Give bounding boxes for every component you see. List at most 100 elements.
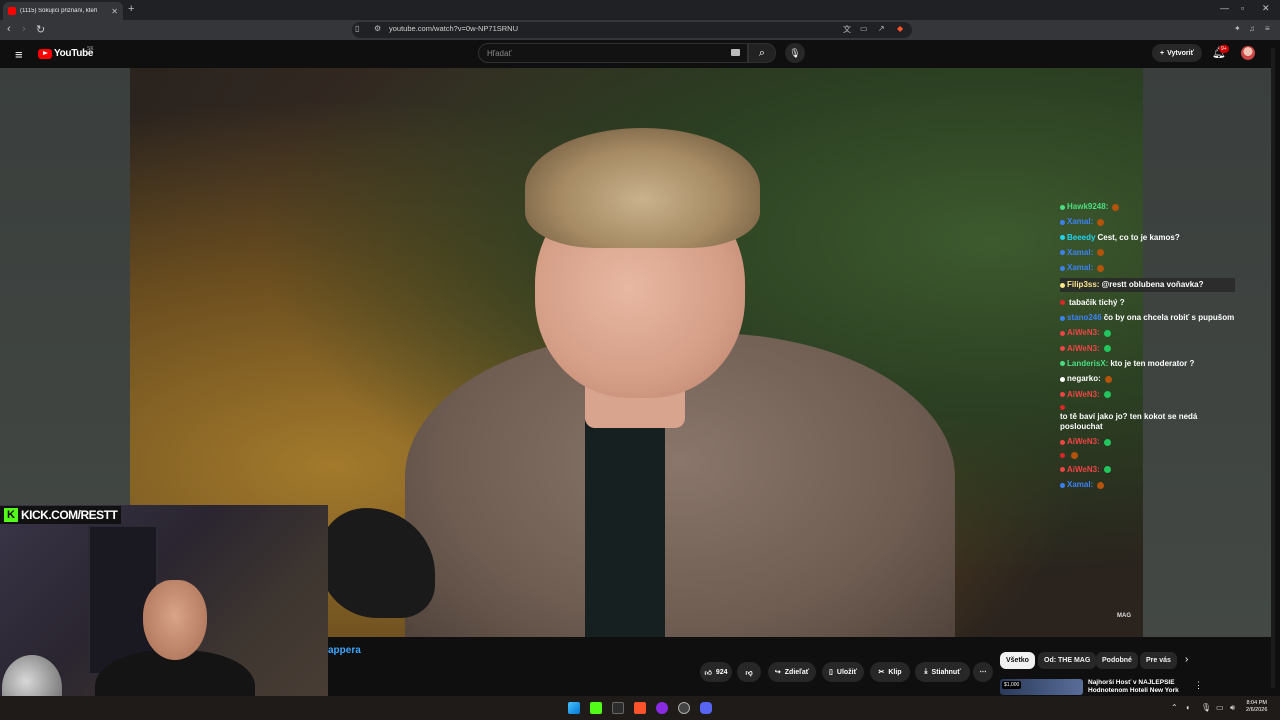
create-label: Vytvoriť [1167,49,1194,57]
chip-related[interactable]: Podobné [1096,652,1138,669]
chat-badge-icon [1060,300,1065,306]
video-subject-shirt [585,413,665,637]
account-avatar[interactable] [1241,46,1255,60]
tray-app-icon[interactable]: ◐ [1186,703,1191,712]
share-icon: ↪ [774,669,781,676]
chat-badge-icon [1060,453,1065,459]
url-text[interactable]: youtube.com/watch?v=0w-NP71SRNU [389,24,518,33]
extensions-icon[interactable]: ✦ [1234,24,1241,33]
chip-from-channel[interactable]: Od: THE MAG [1038,652,1097,669]
taskbar-clock[interactable]: 8:04 PM 2/6/2026 [1246,700,1267,714]
recommended-thumbnail[interactable]: $1,000 [1000,679,1083,695]
chat-badge-icon [1060,439,1065,445]
brave-browser-icon[interactable] [634,702,646,714]
chat-username: Hawk9248: [1067,202,1109,211]
chat-username: AiWeN3: [1067,464,1100,474]
chat-text: kto je ten moderator ? [1110,358,1195,368]
chat-emote-icon [1097,249,1105,257]
chat-emote-icon [1097,481,1105,489]
chat-message: AiWeN3: [1060,328,1235,338]
chat-username: Xamal: [1067,247,1094,257]
reload-icon[interactable]: ↻ [36,23,45,36]
recommended-more-icon[interactable]: ⋮ [1194,680,1203,691]
chat-badge-icon [1060,315,1065,321]
new-tab-icon[interactable]: + [128,3,134,15]
chat-message: AiWeN3: [1060,344,1235,354]
chat-emote-icon [1103,391,1111,399]
bookmark-icon[interactable]: ▯ [355,24,359,33]
chat-message: Hawk9248: [1060,202,1235,212]
chat-badge-icon [1060,392,1065,398]
chat-emote-icon [1112,203,1120,211]
start-menu-icon[interactable] [568,702,580,714]
like-button[interactable]: 👍︎ 924 [700,662,732,682]
save-button[interactable]: ▯ Uložiť [822,662,864,682]
chat-message: AiWeN3: [1060,437,1235,447]
save-label: Uložiť [836,668,857,676]
download-button[interactable]: ⤓ Stiahnuť [915,662,970,682]
back-icon[interactable]: ‹ [7,23,11,35]
chips-next-icon[interactable]: › [1185,654,1188,665]
recommended-title[interactable]: Najhorší Hosť v NAJLEPŠIE Hodnotenom Hot… [1088,679,1198,695]
tray-overflow-icon[interactable]: ⌃ [1171,703,1178,712]
chat-badge-icon [1060,482,1065,488]
search-input[interactable]: Hľadať [478,43,748,63]
more-horizontal-icon: ⋯ [979,669,987,676]
hamburger-menu-icon[interactable]: ≡ [15,47,23,62]
browser-menu-icon[interactable]: ≡ [1265,24,1270,33]
page-scrollbar[interactable] [1271,48,1275,688]
forward-icon[interactable]: › [22,23,26,35]
chat-username: AiWeN3: [1067,389,1100,399]
share-page-icon[interactable]: ↗ [878,24,885,33]
minimize-icon[interactable]: — [1220,3,1229,13]
browser-tab[interactable]: (1115) Šokující přiznání, kteří ✕ [3,2,123,20]
obs-app-icon[interactable] [678,702,690,714]
brave-shield-icon[interactable]: ◆ [897,24,903,33]
maximize-icon[interactable]: ▫ [1241,3,1244,13]
youtube-favicon-icon [8,7,16,15]
chat-emote-icon [1103,345,1111,353]
dislike-button[interactable]: 👎︎ [737,662,761,682]
share-button[interactable]: ↪ Zdieľať [768,662,816,682]
chat-text: @restt oblubena voňavka? [1101,280,1204,290]
close-window-icon[interactable]: ✕ [1262,3,1270,14]
discord-app-icon[interactable] [700,702,712,714]
stream-chat-overlay: Hawk9248: Xamal: Beeedy Cest, co to je kamo… [1060,202,1235,495]
tray-volume-icon[interactable]: 🔊︎ [1230,703,1235,713]
thumbnail-badge: $1,000 [1002,681,1022,689]
more-actions-button[interactable]: ⋯ [973,662,993,682]
chat-message: Xamal: [1060,263,1235,273]
keyboard-icon[interactable] [731,49,740,56]
youtube-logo[interactable]: YouTube [38,48,94,59]
chat-message: Beeedy Cest, co to je kamos? [1060,233,1235,243]
chip-for-you[interactable]: Pre vás [1140,652,1177,669]
explorer-icon[interactable] [612,702,624,714]
chat-username: AiWeN3: [1067,437,1100,447]
chat-badge-icon [1060,204,1065,210]
chat-username: AiWeN3: [1067,343,1100,353]
plus-icon: + [1160,49,1165,57]
cast-icon[interactable]: ▭ [860,24,868,33]
chat-message: AiWeN3: [1060,390,1235,400]
translate-icon[interactable]: 文 [843,24,851,35]
tray-network-icon[interactable]: ▭ [1216,703,1224,712]
chat-emote-icon [1104,375,1112,383]
video-title[interactable]: appera [328,645,361,656]
clock-time: 8:04 PM [1246,700,1267,706]
search-button[interactable]: ⌕ [748,43,776,63]
chip-all[interactable]: Všetko [1000,652,1035,669]
clip-button[interactable]: ✂ Klip [870,662,910,682]
chat-badge-icon [1060,404,1065,410]
microphone-icon: 🎙 [789,48,801,58]
twitch-app-icon[interactable] [656,702,668,714]
kick-app-icon[interactable] [590,702,602,714]
create-button[interactable]: + Vytvoriť [1152,44,1202,62]
close-tab-icon[interactable]: ✕ [111,7,118,16]
voice-search-button[interactable]: 🎙 [785,43,805,63]
chat-message: tabačik tichý ? [1060,298,1235,308]
tray-mic-icon[interactable]: 🎙︎ [1201,703,1211,712]
media-icon[interactable]: ♫ [1249,24,1255,33]
chat-badge-icon [1060,250,1065,256]
chat-emote-icon [1103,438,1111,446]
site-info-icon[interactable]: ⚙ [374,24,381,33]
